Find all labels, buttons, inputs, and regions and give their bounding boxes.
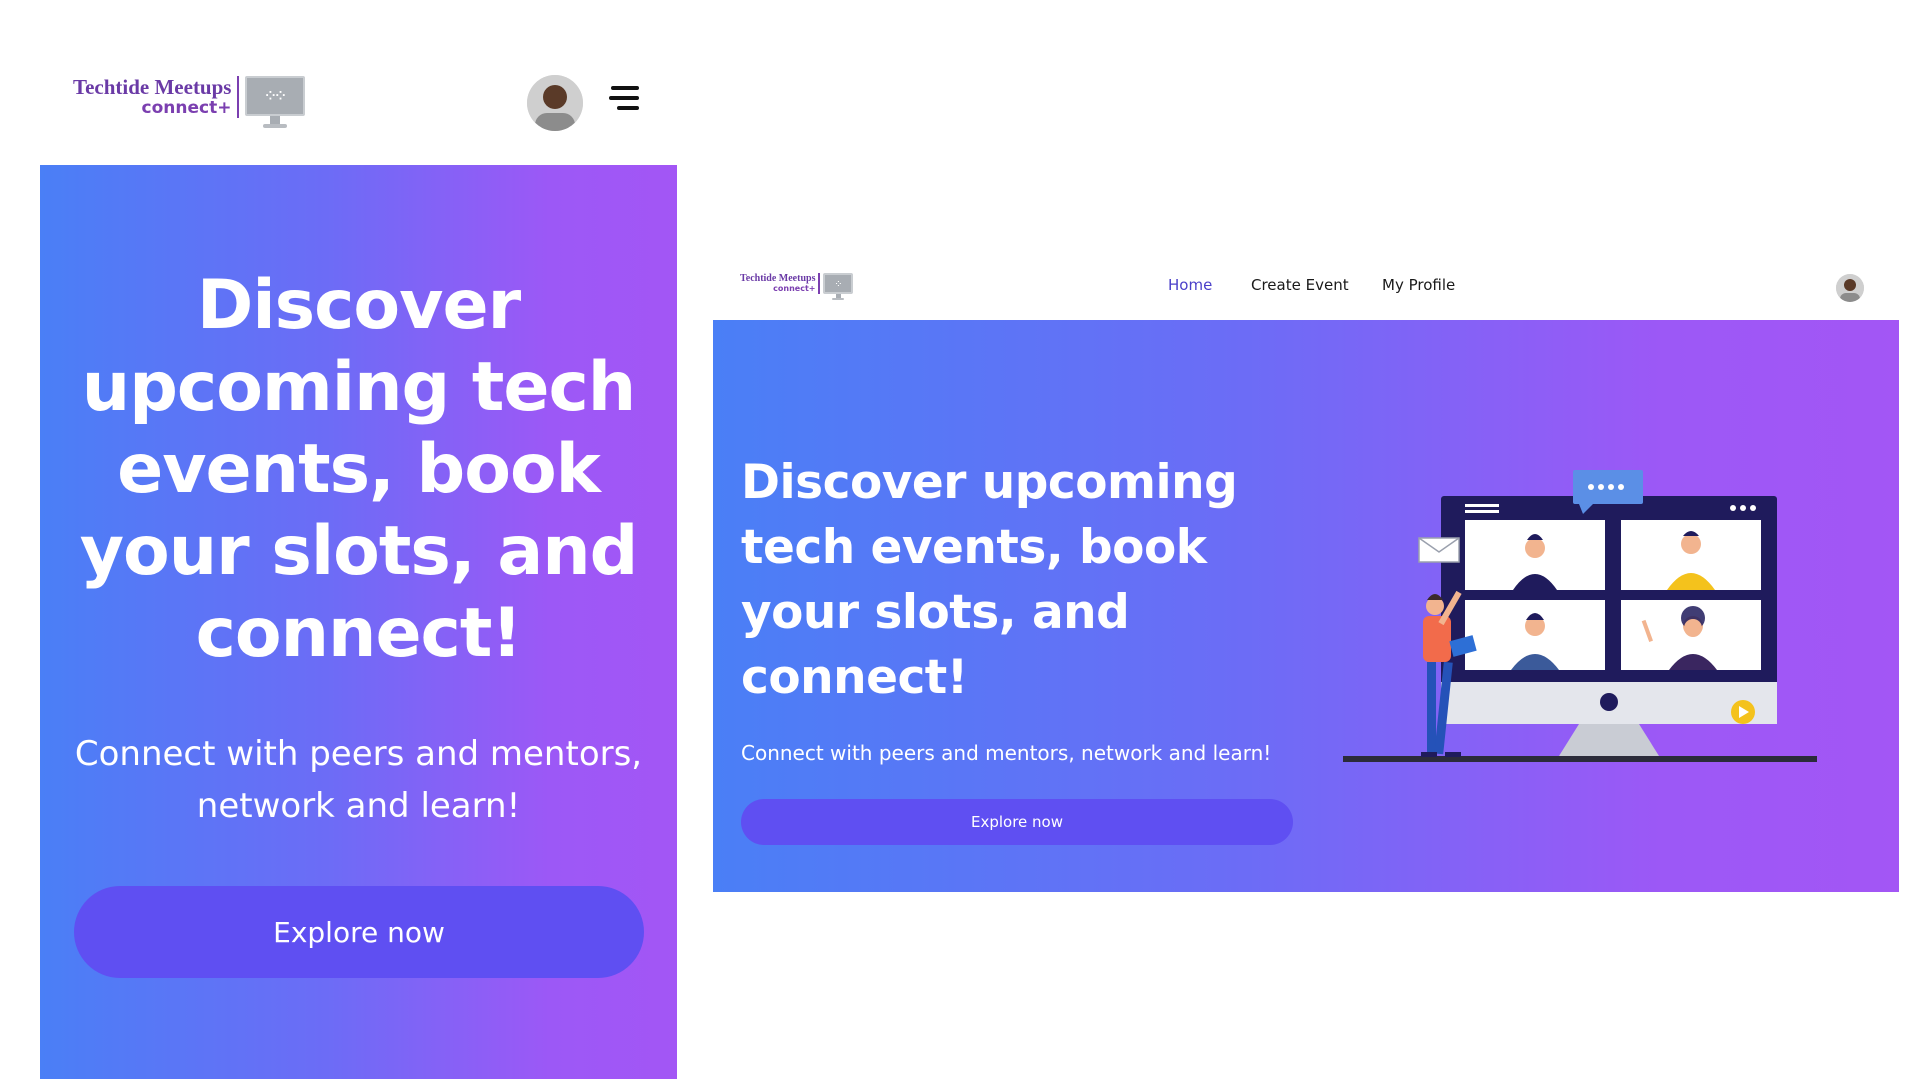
logo-title: Techtide Meetups xyxy=(73,75,232,99)
mobile-hero-heading: Discover upcoming tech events, book your… xyxy=(79,266,639,673)
mobile-hero: Discover upcoming tech events, book your… xyxy=(40,165,677,1079)
desktop-hero-subheading: Connect with peers and mentors, network … xyxy=(741,741,1272,765)
logo-title: Techtide Meetups xyxy=(740,273,816,284)
nav-my-profile[interactable]: My Profile xyxy=(1382,276,1455,294)
desktop-hero: Discover upcoming tech events, book your… xyxy=(713,320,1899,892)
desktop-avatar[interactable] xyxy=(1836,274,1864,302)
nav-home[interactable]: Home xyxy=(1168,276,1212,294)
mobile-logo[interactable]: Techtide Meetups connect+ ⁘⁘ xyxy=(73,75,306,128)
logo-subtitle: connect+ xyxy=(141,98,232,118)
logo-subtitle: connect+ xyxy=(773,284,816,293)
monitor-logo-icon: ⁘⁘ xyxy=(245,76,306,128)
mobile-hero-subheading: Connect with peers and mentors, network … xyxy=(74,734,643,826)
desktop-explore-button[interactable]: Explore now xyxy=(741,799,1293,845)
desktop-logo[interactable]: Techtide Meetups connect+ ⁘ xyxy=(740,273,854,300)
mobile-explore-button[interactable]: Explore now xyxy=(74,886,644,978)
monitor-logo-icon: ⁘ xyxy=(823,273,854,300)
mobile-avatar[interactable] xyxy=(527,75,583,131)
video-conference-illustration xyxy=(1343,470,1817,762)
desktop-hero-heading: Discover upcoming tech events, book your… xyxy=(741,455,1238,705)
hamburger-menu-icon[interactable] xyxy=(609,84,639,112)
nav-create-event[interactable]: Create Event xyxy=(1251,276,1349,294)
